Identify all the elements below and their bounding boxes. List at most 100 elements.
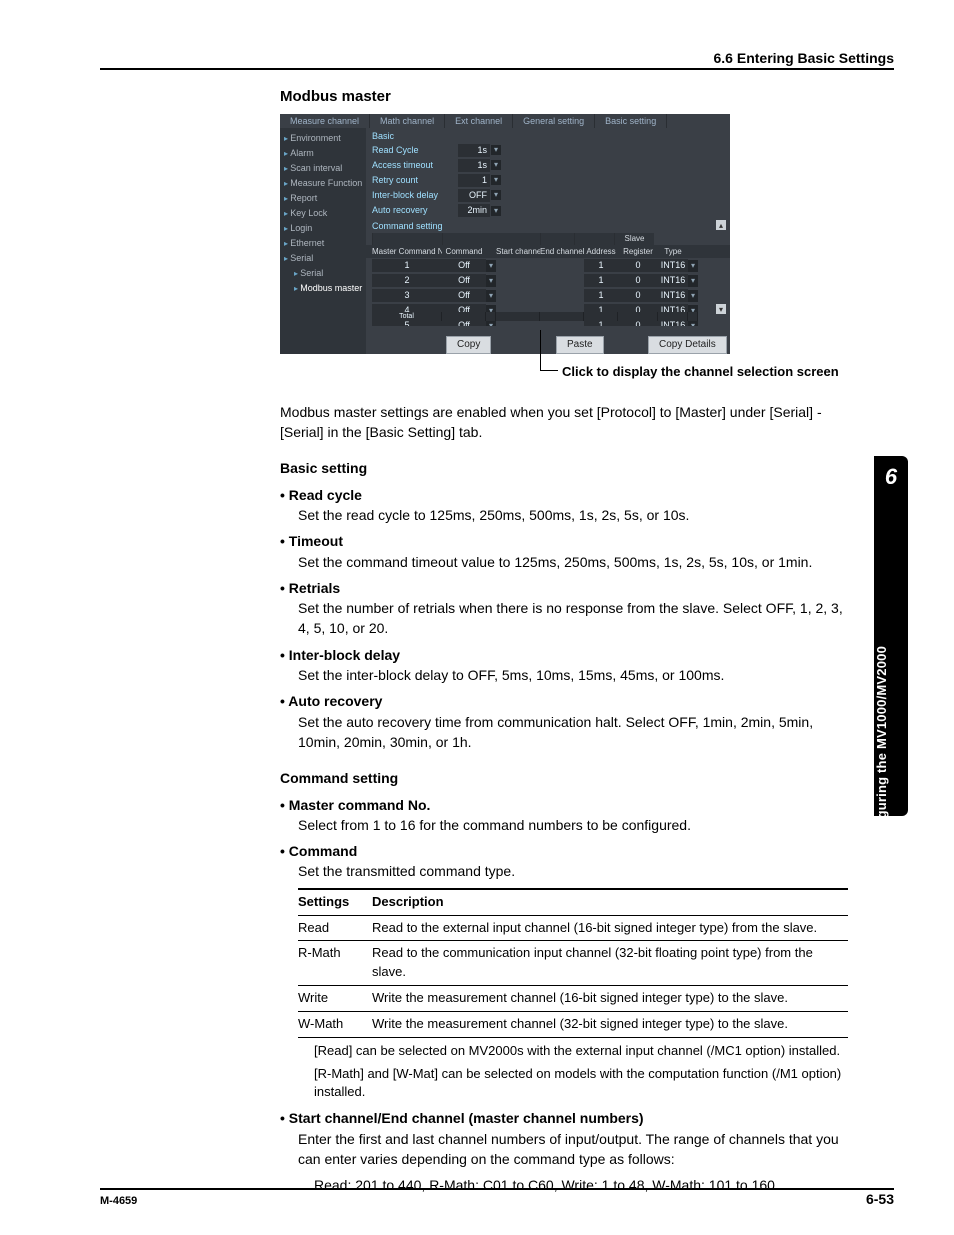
intro-text: Modbus master settings are enabled when …: [280, 402, 850, 443]
item-name: Command: [280, 843, 357, 859]
cell-addr[interactable]: 1: [584, 274, 618, 287]
chevron-down-icon[interactable]: ▾: [486, 290, 496, 302]
item-desc: Set the inter-block delay to OFF, 5ms, 1…: [298, 665, 850, 685]
list-item: Read cycleSet the read cycle to 125ms, 2…: [280, 485, 850, 526]
read-cycle-row: Read Cycle 1s ▾: [366, 143, 730, 158]
recovery-value[interactable]: 2min: [458, 204, 490, 217]
tab-measure[interactable]: Measure channel: [280, 114, 370, 128]
list-item: TimeoutSet the command timeout value to …: [280, 531, 850, 572]
cell-addr[interactable]: 1: [584, 259, 618, 272]
delay-dropdown-icon[interactable]: ▾: [491, 190, 501, 200]
timeout-row: Access timeout 1s ▾: [366, 158, 730, 173]
side-login[interactable]: Login: [284, 221, 362, 236]
cell-type[interactable]: INT16: [658, 274, 688, 287]
cell-no[interactable]: 1: [372, 259, 442, 272]
recovery-row: Auto recovery 2min ▾: [366, 203, 730, 218]
side-serial2[interactable]: Serial: [284, 266, 362, 281]
cell-no[interactable]: 2: [372, 274, 442, 287]
settings-main: Basic Read Cycle 1s ▾ Access timeout 1s …: [366, 128, 730, 354]
chapter-title-vertical: Configuring the MV1000/MV2000: [874, 646, 896, 853]
basic-section-label: Basic: [366, 128, 730, 143]
header-section: 6.6 Entering Basic Settings: [714, 50, 895, 66]
cell-desc: Read to the external input channel (16-b…: [372, 915, 848, 941]
timeout-dropdown-icon[interactable]: ▾: [491, 160, 501, 170]
cell-reg[interactable]: 0: [618, 274, 658, 287]
cell-cmd[interactable]: Off: [442, 274, 486, 287]
channels-desc: Enter the first and last channel numbers…: [298, 1129, 850, 1170]
cell-type[interactable]: INT16: [658, 289, 688, 302]
basic-setting-heading: Basic setting: [280, 458, 850, 478]
settings-window: Measure channel Math channel Ext channel…: [280, 114, 730, 354]
cell-no[interactable]: 3: [372, 289, 442, 302]
timeout-label: Access timeout: [372, 159, 458, 172]
paste-button[interactable]: Paste: [556, 336, 604, 355]
cell-reg[interactable]: 0: [618, 259, 658, 272]
read-cycle-value[interactable]: 1s: [458, 144, 490, 157]
side-serial[interactable]: Serial: [284, 251, 362, 266]
item-name: Retrials: [280, 580, 340, 596]
item-desc: Set the command timeout value to 125ms, …: [298, 552, 850, 572]
read-cycle-dropdown-icon[interactable]: ▾: [491, 145, 501, 155]
tab-basic[interactable]: Basic setting: [595, 114, 667, 128]
table-total-row: Total: [372, 312, 712, 321]
callout-leader-h: [540, 370, 558, 371]
delay-label: Inter-block delay: [372, 189, 458, 202]
copy-details-button[interactable]: Copy Details: [648, 336, 727, 355]
chevron-down-icon[interactable]: ▾: [688, 275, 698, 287]
side-eth[interactable]: Ethernet: [284, 236, 362, 251]
th-cmdno: Master Command No.: [372, 246, 442, 258]
cell-cmd[interactable]: Off: [442, 289, 486, 302]
table-row: 1Off▾10INT16▾: [366, 258, 730, 273]
command-setting-heading: Command setting: [280, 768, 850, 788]
side-alarm[interactable]: Alarm: [284, 146, 362, 161]
channels-line: Read: 201 to 440, R-Math: C01 to C60, Wr…: [314, 1175, 850, 1195]
th-addr: Address: [584, 246, 618, 258]
tab-general[interactable]: General setting: [513, 114, 595, 128]
table-row: W-MathWrite the measurement channel (32-…: [298, 1011, 848, 1037]
channels-list: Start channel/End channel (master channe…: [280, 1108, 850, 1169]
slave-superheader: Slave: [366, 233, 730, 245]
item-name: Inter-block delay: [280, 647, 400, 663]
command-section-label: Command setting: [366, 218, 730, 233]
chapter-number: 6: [874, 464, 908, 490]
cell-setting: Write: [298, 986, 372, 1012]
tab-math[interactable]: Math channel: [370, 114, 445, 128]
side-key[interactable]: Key Lock: [284, 206, 362, 221]
cmd-note-1: [Read] can be selected on MV2000s with t…: [314, 1042, 850, 1061]
table-row: 2Off▾10INT16▾: [366, 273, 730, 288]
timeout-value[interactable]: 1s: [458, 159, 490, 172]
item-desc: Set the number of retrials when there is…: [298, 598, 850, 639]
cell-cmd[interactable]: Off: [442, 259, 486, 272]
chevron-down-icon[interactable]: ▾: [486, 260, 496, 272]
side-mfunc[interactable]: Measure Function: [284, 176, 362, 191]
command-type-table: Settings Description ReadRead to the ext…: [298, 888, 848, 1038]
side-env[interactable]: Environment: [284, 131, 362, 146]
retrials-value[interactable]: 1: [458, 174, 490, 187]
chevron-down-icon[interactable]: ▾: [688, 290, 698, 302]
retrials-row: Retry count 1 ▾: [366, 173, 730, 188]
item-desc: Set the auto recovery time from communic…: [298, 712, 850, 753]
tab-ext[interactable]: Ext channel: [445, 114, 513, 128]
recovery-label: Auto recovery: [372, 204, 458, 217]
cell-addr[interactable]: 1: [584, 289, 618, 302]
list-item: Auto recoverySet the auto recovery time …: [280, 691, 850, 752]
slave-label: Slave: [614, 233, 654, 245]
side-scan[interactable]: Scan interval: [284, 161, 362, 176]
settings-sidebar: Environment Alarm Scan interval Measure …: [280, 128, 366, 354]
cmd-note-2: [R-Math] and [W-Mat] can be selected on …: [314, 1065, 850, 1103]
recovery-dropdown-icon[interactable]: ▾: [491, 206, 501, 216]
chevron-down-icon[interactable]: ▾: [486, 275, 496, 287]
cell-reg[interactable]: 0: [618, 289, 658, 302]
scroll-up-icon[interactable]: ▴: [716, 220, 726, 230]
item-desc: Set the transmitted command type.: [298, 861, 850, 881]
cell-type[interactable]: INT16: [658, 259, 688, 272]
side-report[interactable]: Report: [284, 191, 362, 206]
retrials-dropdown-icon[interactable]: ▾: [491, 175, 501, 185]
scroll-down-icon[interactable]: ▾: [716, 304, 726, 314]
table-row: ReadRead to the external input channel (…: [298, 915, 848, 941]
chevron-down-icon[interactable]: ▾: [688, 260, 698, 272]
footer-rule: [100, 1188, 894, 1190]
side-modbus[interactable]: Modbus master: [284, 281, 362, 296]
copy-button[interactable]: Copy: [446, 336, 491, 355]
delay-value[interactable]: OFF: [458, 189, 490, 202]
